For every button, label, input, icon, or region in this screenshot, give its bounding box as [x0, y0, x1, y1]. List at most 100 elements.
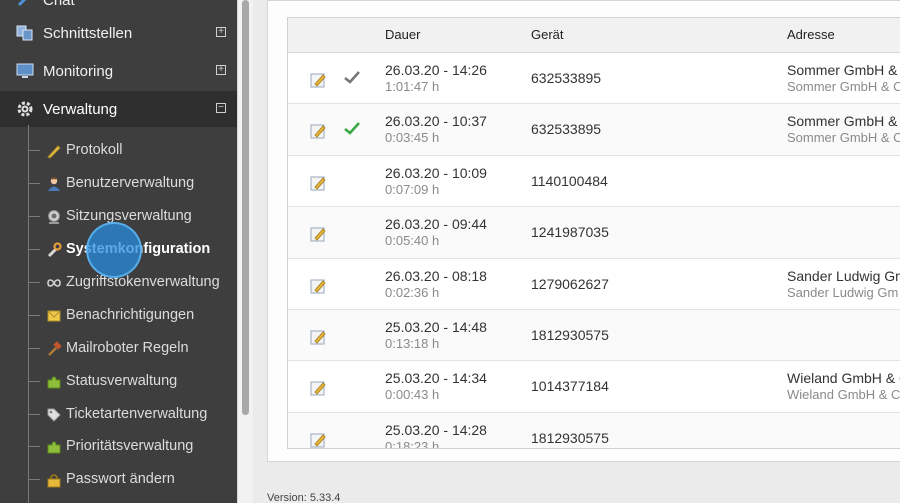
- device-number: 1812930575: [531, 327, 609, 343]
- pencil-icon: [47, 145, 61, 159]
- sidebar-item-verwaltung[interactable]: Verwaltung −: [0, 91, 237, 127]
- lock-icon: [47, 474, 61, 488]
- monitor-icon: [16, 63, 34, 78]
- column-header-device[interactable]: Gerät: [531, 27, 564, 42]
- tree-connector: [28, 479, 40, 480]
- edit-icon[interactable]: [310, 174, 327, 191]
- session-duration: 0:07:09 h: [385, 181, 440, 197]
- table-row[interactable]: 26.03.20 - 08:18 0:02:36 h 1279062627 Sande…: [288, 259, 900, 310]
- table-header: Dauer Gerät Adresse: [288, 18, 900, 53]
- tree-connector: [28, 216, 40, 217]
- version-label: Version:: [267, 492, 307, 503]
- version-info: Version: 5.33.4: [267, 492, 340, 503]
- address-subline: Sander Ludwig Gm: [787, 284, 899, 300]
- session-duration: 1:01:47 h: [385, 79, 440, 94]
- address-line: Sommer GmbH & Co: [787, 62, 900, 78]
- address-subline: Sommer GmbH & Co: [787, 79, 900, 94]
- session-duration: 0:02:36 h: [385, 284, 440, 300]
- session-duration: 0:05:40 h: [385, 233, 440, 249]
- tree-connector: [28, 315, 40, 316]
- tree-connector: [28, 348, 40, 349]
- table-row[interactable]: 25.03.20 - 14:28 0:18:23 h 1812930575: [288, 412, 900, 449]
- device-number: 632533895: [531, 121, 602, 138]
- address-line: Sander Ludwig Gm: [787, 267, 900, 284]
- edit-icon[interactable]: [310, 122, 327, 139]
- hammer-icon: [48, 341, 62, 356]
- sidebar-nav: Chat Schnittstellen + Monitoring + Verwa…: [0, 0, 237, 503]
- sidebar-item-label: Passwort ändern: [66, 471, 175, 487]
- sidebar-item-label: Schnittstellen: [43, 25, 133, 42]
- expand-icon[interactable]: +: [216, 65, 226, 75]
- edit-icon[interactable]: [310, 379, 327, 396]
- table-row[interactable]: 26.03.20 - 10:09 0:07:09 h 1140100484: [288, 156, 900, 208]
- tree-connector: [28, 381, 40, 382]
- puzzle-icon: [47, 441, 61, 454]
- notification-icon: [47, 310, 61, 322]
- puzzle-icon: [47, 376, 61, 389]
- sidebar-item-ticketartenverwaltung[interactable]: Ticketartenverwaltung: [0, 398, 237, 431]
- table-row[interactable]: 25.03.20 - 14:34 0:00:43 h 1014377184 Wiela…: [288, 361, 900, 413]
- column-header-address[interactable]: Adresse: [787, 27, 835, 42]
- sidebar-item-protokoll[interactable]: Protokoll: [0, 134, 237, 167]
- sidebar-item-label: Zugriffstokenverwaltung: [66, 274, 220, 290]
- tree-connector: [28, 446, 40, 447]
- user-icon: [48, 177, 60, 191]
- edit-icon[interactable]: [310, 225, 327, 242]
- table-row[interactable]: 26.03.20 - 10:37 0:03:45 h 632533895 Sommer…: [288, 104, 900, 156]
- sidebar-item-schnittstellen[interactable]: Schnittstellen +: [0, 15, 237, 51]
- sidebar-item-mailroboter-regeln[interactable]: Mailroboter Regeln: [0, 332, 237, 365]
- sidebar-item-benachrichtigungen[interactable]: Benachrichtigungen: [0, 299, 237, 332]
- edit-icon[interactable]: [310, 277, 327, 294]
- sidebar-item-label: Statusverwaltung: [66, 373, 178, 389]
- table-row[interactable]: 26.03.20 - 09:44 0:05:40 h 1241987035: [288, 207, 900, 259]
- check-icon: [344, 71, 360, 84]
- table-row[interactable]: 26.03.20 - 14:26 1:01:47 h 632533895 Sommer…: [288, 53, 900, 105]
- session-duration: 0:03:45 h: [385, 130, 440, 146]
- collapse-icon[interactable]: −: [216, 103, 226, 113]
- tree-connector: [28, 414, 40, 415]
- infinity-icon: [47, 279, 61, 287]
- sidebar-item-label: Sitzungsverwaltung: [66, 208, 192, 224]
- session-date: 26.03.20 - 08:18: [385, 267, 487, 284]
- sidebar-item-label: Prioritätsverwaltung: [66, 438, 194, 454]
- session-icon: [48, 210, 60, 224]
- sidebar-item-statusverwaltung[interactable]: Statusverwaltung: [0, 365, 237, 398]
- edit-icon[interactable]: [310, 431, 327, 448]
- sidebar-item-passwort-aendern[interactable]: Passwort ändern: [0, 463, 237, 496]
- device-number: 1241987035: [531, 224, 609, 241]
- sessions-table: Dauer Gerät Adresse 26.03.20 - 14:26 1:01…: [287, 17, 900, 449]
- sidebar-item-label: Verwaltung: [43, 101, 118, 118]
- session-date: 25.03.20 - 14:48: [385, 319, 487, 335]
- sidebar-item-label: Ticketartenverwaltung: [66, 406, 208, 422]
- version-number: 5.33.4: [309, 492, 341, 503]
- sidebar-scrollbar[interactable]: [237, 0, 253, 503]
- session-date: 25.03.20 - 14:34: [385, 370, 487, 387]
- session-duration: 0:18:23 h: [385, 438, 440, 449]
- wrench-icon: [47, 242, 62, 258]
- content-panel: Dauer Gerät Adresse 26.03.20 - 14:26 1:01…: [267, 0, 900, 462]
- device-number: 1014377184: [531, 378, 609, 395]
- tree-connector: [28, 183, 40, 184]
- edit-icon[interactable]: [310, 328, 327, 345]
- device-number: 1140100484: [531, 172, 608, 189]
- device-number: 1812930575: [531, 429, 609, 446]
- session-date: 26.03.20 - 10:37: [385, 113, 487, 130]
- session-date: 26.03.20 - 14:26: [385, 62, 487, 78]
- chat-icon: [17, 0, 27, 7]
- edit-icon[interactable]: [310, 71, 327, 88]
- sidebar-item-label: Monitoring: [43, 63, 114, 80]
- session-duration: 0:13:18 h: [385, 336, 440, 351]
- sidebar-item-monitoring[interactable]: Monitoring +: [0, 53, 237, 89]
- sidebar-item-benutzerverwaltung[interactable]: Benutzerverwaltung: [0, 167, 237, 200]
- tree-connector: [28, 249, 40, 250]
- session-duration: 0:00:43 h: [385, 387, 440, 403]
- device-number: 632533895: [531, 70, 602, 86]
- expand-icon[interactable]: +: [216, 27, 226, 37]
- scrollbar-thumb[interactable]: [242, 0, 249, 415]
- table-row[interactable]: 25.03.20 - 14:48 0:13:18 h 1812930575: [288, 310, 900, 362]
- sidebar-item-label: Protokoll: [66, 142, 123, 158]
- sidebar-item-prioritaetsverwaltung[interactable]: Prioritätsverwaltung: [0, 430, 237, 463]
- column-header-duration[interactable]: Dauer: [385, 27, 420, 42]
- tree-connector: [28, 150, 40, 151]
- tree-connector: [28, 282, 40, 283]
